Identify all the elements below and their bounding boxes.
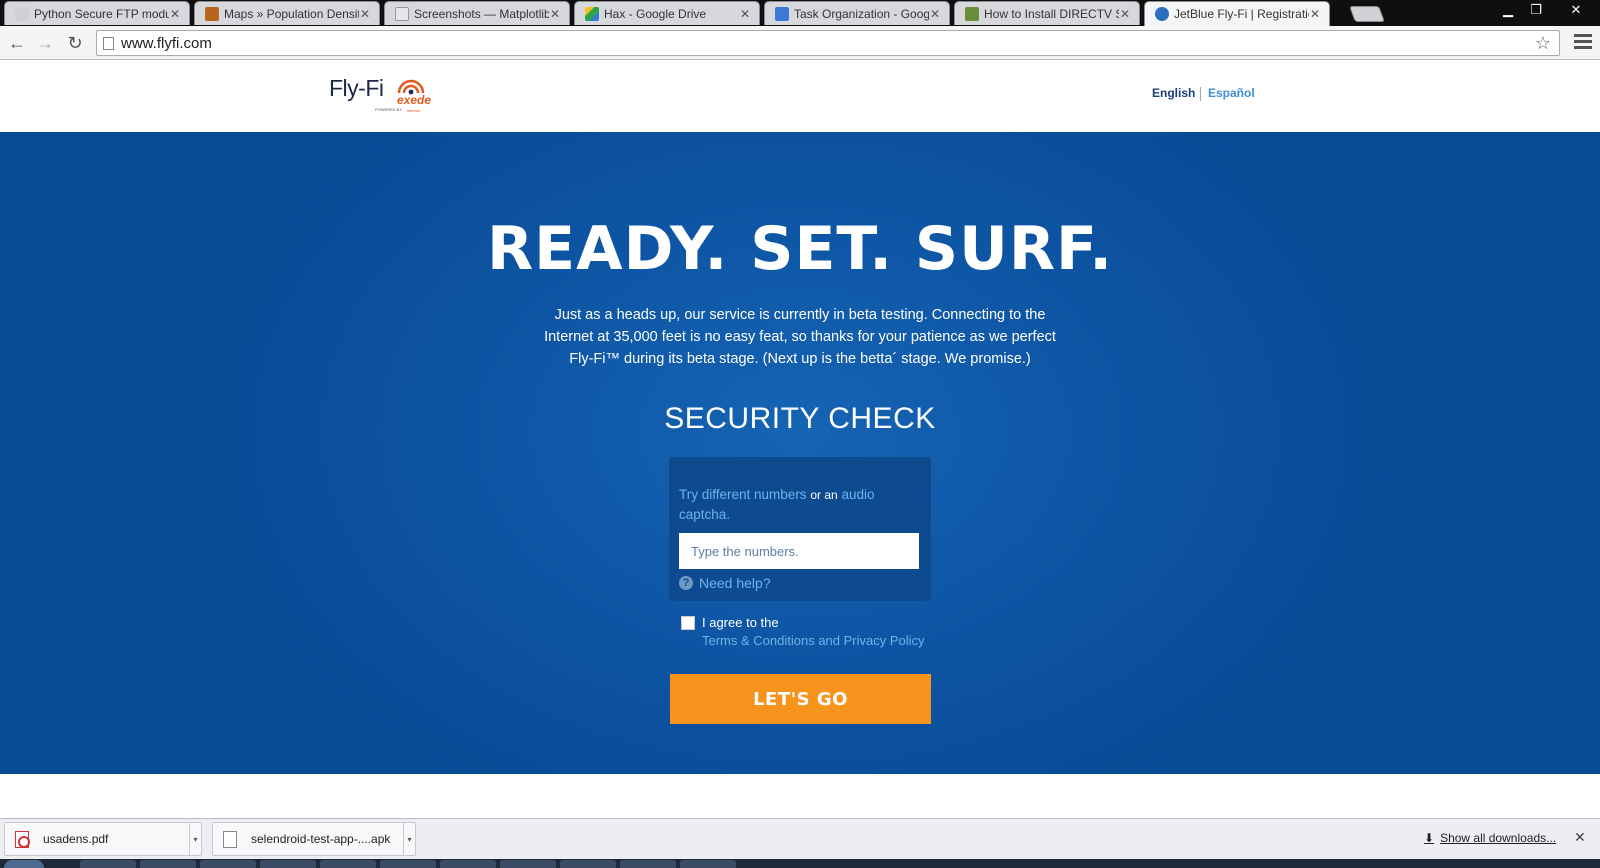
logo-powered-by: POWERED BY	[375, 107, 403, 112]
bookmark-star-icon[interactable]: ☆	[1535, 33, 1551, 54]
download-arrow-icon: ⬇	[1424, 831, 1435, 845]
browser-menu-icon[interactable]	[1574, 34, 1592, 50]
tab-title: Maps » Population Densit	[224, 6, 359, 21]
jetblue-favicon-icon	[1155, 7, 1169, 21]
browser-toolbar: ← → ↻ www.flyfi.com ☆	[0, 26, 1600, 60]
taskbar-item[interactable]	[80, 860, 136, 868]
different-numbers-link[interactable]: Try different numbers	[679, 487, 807, 502]
google-drive-icon	[585, 6, 599, 21]
taskbar-item[interactable]	[500, 860, 556, 868]
tab-title: Screenshots — Matplotlib	[414, 6, 549, 21]
tab-task-organization[interactable]: Task Organization - Googl ✕	[764, 1, 950, 25]
agree-checkbox[interactable]	[681, 616, 695, 630]
tab-title: How to Install DIRECTV Sa	[984, 6, 1119, 21]
taskbar-item[interactable]	[320, 860, 376, 868]
agree-label: I agree to the	[702, 615, 779, 630]
google-docs-icon	[775, 6, 789, 21]
site-header: Fly-Fi POWERED BY exede internet English…	[0, 60, 1600, 132]
download-filename: selendroid-test-app-....apk	[251, 832, 391, 846]
start-button[interactable]	[4, 860, 44, 868]
captcha-input[interactable]	[679, 533, 919, 569]
logo-wordmark: Fly-Fi	[329, 75, 384, 101]
tab-close-icon[interactable]: ✕	[169, 7, 181, 21]
page-icon	[103, 37, 114, 50]
logo-exede: exede	[397, 93, 432, 107]
security-check-title: SECURITY CHECK	[664, 402, 936, 435]
downloads-close-icon[interactable]: ✕	[1574, 829, 1586, 846]
taskbar-item[interactable]	[380, 860, 436, 868]
tab-jetblue-flyfi[interactable]: JetBlue Fly-Fi | Registration ✕	[1144, 1, 1330, 26]
download-item-selendroid[interactable]: selendroid-test-app-....apk ▾	[212, 822, 416, 856]
reload-icon[interactable]: ↻	[64, 32, 86, 54]
restore-icon[interactable]: ❐	[1520, 0, 1552, 20]
beta-notice: Just as a heads up, our service is curre…	[544, 307, 1056, 367]
logo-exede-sub: internet	[407, 108, 421, 113]
download-menu-icon[interactable]: ▾	[189, 823, 201, 855]
language-espanol-link[interactable]: Español	[1208, 86, 1255, 100]
download-filename: usadens.pdf	[43, 832, 109, 846]
tab-favicon-icon	[965, 6, 979, 21]
downloads-bar: usadens.pdf ▾ selendroid-test-app-....ap…	[0, 818, 1600, 859]
forward-icon[interactable]: →	[34, 32, 56, 54]
language-english-link[interactable]: English	[1152, 86, 1195, 100]
show-all-downloads-link[interactable]: ⬇ Show all downloads...	[1424, 831, 1556, 845]
flyfi-logo[interactable]: Fly-Fi POWERED BY exede internet	[329, 75, 439, 115]
taskbar-item[interactable]	[200, 860, 256, 868]
need-help-link[interactable]: ? Need help?	[679, 575, 771, 591]
os-taskbar	[0, 859, 1600, 868]
new-tab-button[interactable]	[1349, 6, 1385, 22]
back-icon[interactable]: ←	[6, 32, 28, 54]
tab-title: Python Secure FTP modul	[34, 6, 169, 21]
address-url: www.flyfi.com	[121, 35, 212, 52]
lets-go-button[interactable]: LET'S GO	[670, 674, 931, 724]
tab-close-icon[interactable]: ✕	[1309, 7, 1321, 21]
download-item-usadens[interactable]: usadens.pdf ▾	[4, 822, 202, 856]
show-all-label: Show all downloads...	[1440, 831, 1557, 845]
need-help-label: Need help?	[699, 575, 771, 591]
tab-close-icon[interactable]: ✕	[359, 7, 371, 21]
address-bar[interactable]: www.flyfi.com ☆	[96, 30, 1560, 56]
tab-screenshots-matplotlib[interactable]: Screenshots — Matplotlib ✕	[384, 1, 570, 25]
taskbar-item[interactable]	[680, 860, 736, 868]
pdf-file-icon	[15, 830, 30, 848]
download-menu-icon[interactable]: ▾	[403, 823, 415, 855]
tab-maps-population[interactable]: Maps » Population Densit ✕	[194, 1, 380, 25]
tab-title: JetBlue Fly-Fi | Registration	[1174, 7, 1309, 21]
hero-headline: READY. SET. SURF.	[486, 214, 1114, 284]
file-icon	[223, 830, 237, 848]
tab-close-icon[interactable]: ✕	[929, 7, 941, 21]
taskbar-item[interactable]	[140, 860, 196, 868]
tab-close-icon[interactable]: ✕	[739, 7, 751, 21]
tab-python-secure-ftp[interactable]: Python Secure FTP modul ✕	[4, 1, 190, 25]
tab-hax-google-drive[interactable]: Hax - Google Drive ✕	[574, 1, 760, 25]
taskbar-item[interactable]	[260, 860, 316, 868]
browser-tab-strip: Python Secure FTP modul ✕ Maps » Populat…	[0, 0, 1600, 26]
taskbar-item[interactable]	[440, 860, 496, 868]
tab-close-icon[interactable]: ✕	[1119, 7, 1131, 21]
tab-favicon-icon	[205, 6, 219, 21]
tab-install-directv[interactable]: How to Install DIRECTV Sa ✕	[954, 1, 1140, 25]
terms-privacy-link[interactable]: Terms & Conditions and Privacy Policy	[702, 633, 925, 648]
tab-title: Task Organization - Googl	[794, 6, 929, 21]
taskbar-item[interactable]	[620, 860, 676, 868]
hero-section: READY. SET. SURF. Just as a heads up, ou…	[0, 132, 1600, 774]
taskbar-item[interactable]	[560, 860, 616, 868]
tab-favicon-icon	[395, 6, 409, 21]
tab-favicon-icon	[15, 6, 29, 21]
tab-close-icon[interactable]: ✕	[549, 7, 561, 21]
captcha-panel: Try different numbers or an audio captch…	[669, 457, 931, 601]
tab-title: Hax - Google Drive	[604, 6, 707, 21]
captcha-options: Try different numbers or an audio captch…	[679, 485, 919, 524]
window-close-icon[interactable]: ✕	[1556, 0, 1596, 20]
language-divider	[1200, 87, 1201, 101]
help-icon: ?	[679, 576, 693, 590]
captcha-or-text: or an	[810, 488, 838, 502]
